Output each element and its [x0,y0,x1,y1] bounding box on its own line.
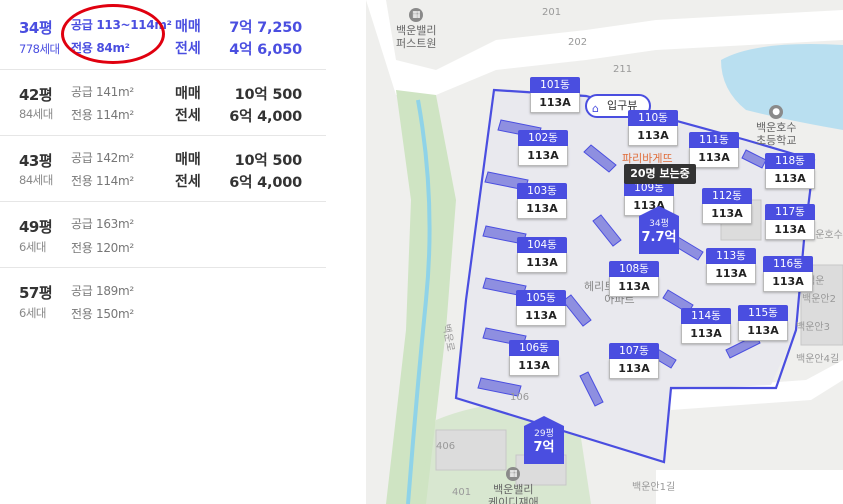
supply-area: 공급 163m² [71,217,134,231]
dong-marker-118[interactable]: 118동 113A [765,153,815,189]
supply-area: 공급 189m² [71,284,134,298]
pyeong-label: 57평 [19,284,53,302]
exclusive-area: 전용 84m² [71,41,130,55]
price-pin-29[interactable]: 29평 7억 [524,416,564,464]
household-count: 778세대 [19,42,60,56]
poi-school[interactable]: ● 백운호수 초등학교 [756,105,796,147]
dong-marker-112[interactable]: 112동 113A [702,188,752,224]
supply-area: 공급 141m² [71,85,134,99]
dong-marker-101[interactable]: 101동 113A [530,77,580,113]
building-icon: ▦ [506,467,521,481]
map-label: 406 [436,441,456,452]
sale-price: 7억 7,250 [229,20,302,36]
exclusive-area: 전용 114m² [71,108,134,122]
map-base [326,0,843,504]
sale-price: 10억 500 [234,153,303,169]
map-label: 106 [510,392,530,403]
exclusive-area: 전용 120m² [71,241,134,255]
map-label: 211 [613,64,633,75]
school-icon: ● [769,105,784,119]
dong-marker-115[interactable]: 115동 113A [738,305,788,341]
sale-label: 매매 [175,19,201,35]
unit-row-34[interactable]: 34평 778세대 공급 113~114m² 전용 84m² 매매 전세 7억 … [0,0,326,70]
unit-row-43[interactable]: 43평 84세대 공급 142m² 전용 114m² 매매 전세 10억 500… [0,136,326,202]
dong-marker-107[interactable]: 107동 113A [609,343,659,379]
lease-label: 전세 [175,174,201,190]
household-count: 6세대 [19,240,46,254]
supply-area: 공급 113~114m² [71,18,172,32]
pyeong-label: 43평 [19,152,53,170]
exclusive-area: 전용 114m² [71,174,134,188]
pyeong-label: 42평 [19,86,53,104]
sale-price: 10억 500 [234,87,303,103]
lease-price: 6억 4,000 [229,175,302,191]
home-icon: ⌂ [592,102,599,115]
dong-marker-117[interactable]: 117동 113A [765,204,815,240]
dong-marker-103[interactable]: 103동 113A [517,183,567,219]
road-label: 백운안3 [796,322,830,333]
road-label: 백운안2 [802,294,836,305]
dong-marker-104[interactable]: 104동 113A [517,237,567,273]
pyeong-label: 49평 [19,218,53,236]
dong-marker-113[interactable]: 113동 113A [706,248,756,284]
exclusive-area: 전용 150m² [71,307,134,321]
dong-marker-108[interactable]: 108동 113A [609,261,659,297]
poi-south-building[interactable]: ▦ 백운밸리 케이디쟤애 [488,467,539,504]
road-label: 백운안1길 [632,482,676,493]
road-label: 백운안4길 [796,354,840,365]
household-count: 84세대 [19,107,53,121]
pyeong-label: 34평 [19,19,53,37]
poi-north-building[interactable]: ▦ 백운밸리 퍼스트원 [396,8,436,50]
dong-marker-116[interactable]: 116동 113A [763,256,813,292]
household-count: 84세대 [19,173,53,187]
household-count: 6세대 [19,306,46,320]
complex-map[interactable]: 201 202 211 406 405 401 106 백운안1길 백운안2 백… [326,0,843,504]
price-pin-34[interactable]: 34평 7.7억 [639,206,679,254]
lease-price: 4억 6,050 [229,42,302,58]
sale-label: 매매 [175,86,201,102]
dong-marker-111[interactable]: 111동 113A [689,132,739,168]
dong-marker-106[interactable]: 106동 113A [509,340,559,376]
unit-row-57[interactable]: 57평 6세대 공급 189m² 전용 150m² [0,268,326,334]
map-label: 202 [568,37,588,48]
dong-marker-114[interactable]: 114동 113A [681,308,731,344]
dong-marker-102[interactable]: 102동 113A [518,130,568,166]
lease-label: 전세 [175,108,201,124]
viewers-badge: 20명 보는중 [624,164,696,184]
supply-area: 공급 142m² [71,151,134,165]
lease-label: 전세 [175,41,201,57]
dong-marker-105[interactable]: 105동 113A [516,290,566,326]
unit-row-42[interactable]: 42평 84세대 공급 141m² 전용 114m² 매매 전세 10억 500… [0,70,326,136]
unit-row-49[interactable]: 49평 6세대 공급 163m² 전용 120m² [0,202,326,268]
lease-price: 6억 4,000 [229,109,302,125]
map-label: 401 [452,487,472,498]
map-label: 201 [542,7,562,18]
sale-label: 매매 [175,152,201,168]
building-icon: ▦ [409,8,424,22]
dong-marker-110[interactable]: 110동 113A [628,110,678,146]
unit-type-list: 34평 778세대 공급 113~114m² 전용 84m² 매매 전세 7억 … [0,0,326,504]
